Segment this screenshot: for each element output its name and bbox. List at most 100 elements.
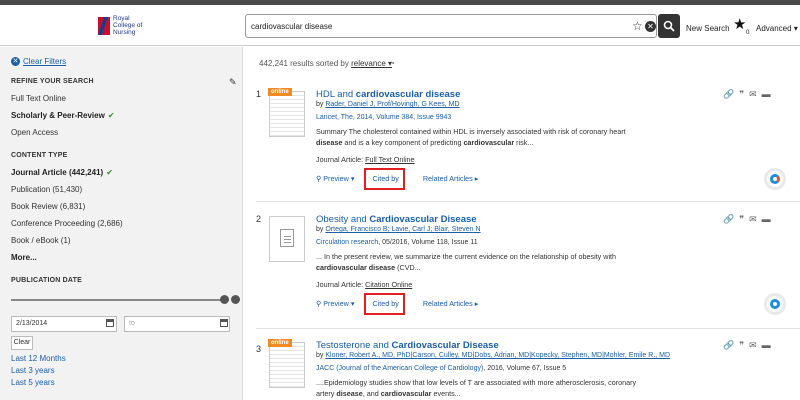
- date-slider-track[interactable]: [11, 299, 229, 301]
- result-type: Journal Article: Full Text Online: [316, 155, 415, 164]
- author-link[interactable]: Kloner, Robert A., MD, PhD|Carson, Culle…: [325, 352, 670, 359]
- link-icon[interactable]: 🔗: [723, 89, 739, 99]
- advanced-label: Advanced: [756, 24, 792, 33]
- link-icon[interactable]: 🔗: [723, 340, 739, 350]
- publication-date-title: PUBLICATION DATE: [11, 277, 82, 284]
- clear-filters-icon: ✕: [11, 57, 20, 66]
- quote-icon[interactable]: ❞: [739, 89, 749, 99]
- sort-select[interactable]: relevance ▾: [351, 59, 392, 68]
- search-input[interactable]: [251, 18, 621, 34]
- result-source[interactable]: Lancet, The, 2014, Volume 384, Issue 994…: [316, 114, 451, 121]
- clear-filters-link[interactable]: ✕ Clear Filters: [11, 57, 66, 66]
- calendar-icon[interactable]: [106, 319, 114, 327]
- new-search-link[interactable]: New Search: [686, 24, 730, 33]
- filter-publication[interactable]: Publication (51,430): [11, 185, 82, 194]
- date-slider-handle-end[interactable]: [231, 295, 240, 304]
- calendar-icon[interactable]: [220, 319, 228, 327]
- document-icon: [280, 229, 294, 247]
- results-panel: 442,241 results sorted by relevance ▾ ◔ …: [244, 47, 800, 400]
- email-icon[interactable]: ✉: [749, 214, 762, 224]
- result-title-link[interactable]: HDL and cardiovascular disease: [316, 89, 460, 100]
- result-authors: by Ortega, Francisco B; Lavie, Carl J; B…: [316, 226, 481, 233]
- date-from-input[interactable]: 2/13/2014: [11, 316, 117, 332]
- logo-mark-icon: [98, 16, 110, 35]
- filter-journal-article-label: Journal Article (442,241): [11, 168, 104, 177]
- full-text-link[interactable]: Full Text Online: [365, 155, 414, 164]
- summary-text: artery: [316, 388, 337, 398]
- result-thumbnail[interactable]: online: [268, 339, 305, 388]
- result-thumbnail[interactable]: online: [268, 88, 305, 137]
- advanced-search-menu[interactable]: Advanced ▾: [756, 24, 798, 33]
- preview-button[interactable]: ⚲ Preview ▾: [316, 299, 354, 308]
- result-title-link[interactable]: Obesity and Cardiovascular Disease: [316, 214, 477, 225]
- altmetric-badge-icon[interactable]: [764, 293, 786, 315]
- content-type-title: CONTENT TYPE: [11, 152, 68, 159]
- filter-book-review[interactable]: Book Review (6,831): [11, 202, 85, 211]
- summary-text: and is a key component of predicting: [342, 137, 464, 147]
- result-item: 3 online Testosterone and Cardiovascular…: [256, 339, 800, 400]
- quote-icon[interactable]: ❞: [739, 214, 749, 224]
- filter-full-text-online[interactable]: Full Text Online: [11, 94, 66, 103]
- clear-icon[interactable]: ✕: [645, 21, 656, 32]
- email-icon[interactable]: ✉: [749, 340, 762, 350]
- result-thumbnail[interactable]: [269, 216, 305, 262]
- result-authors: by Rader, Daniel J, Prof/Hovingh, G Kees…: [316, 101, 460, 108]
- filter-scholarly[interactable]: Scholarly & Peer-Review ✔: [11, 111, 115, 120]
- more-content-types-link[interactable]: More...: [11, 253, 37, 262]
- email-icon[interactable]: ✉: [749, 89, 762, 99]
- logo[interactable]: Royal College of Nursing: [98, 15, 153, 36]
- last-5-years-link[interactable]: Last 5 years: [11, 378, 55, 387]
- pencil-icon[interactable]: ✎: [229, 77, 237, 88]
- result-divider: [256, 201, 800, 202]
- link-icon[interactable]: 🔗: [723, 214, 739, 224]
- result-source: Circulation research, 05/2016, Volume 11…: [316, 239, 478, 246]
- summary-highlight: cardiovascular disease: [316, 262, 396, 272]
- folder-icon[interactable]: ▬: [762, 89, 776, 99]
- result-tools: 🔗❞✉▬: [723, 340, 776, 351]
- filter-journal-article[interactable]: Journal Article (442,241) ✔: [11, 168, 113, 177]
- star-icon[interactable]: ☆: [632, 19, 643, 33]
- title-bold: cardiovascular disease: [355, 89, 461, 100]
- date-slider-handle-start[interactable]: [220, 295, 229, 304]
- summary-highlight: cardiovascular: [463, 137, 515, 147]
- result-tools: 🔗❞✉▬: [723, 89, 776, 100]
- related-articles-link[interactable]: Related Articles ▸: [423, 174, 479, 183]
- saved-items-star-icon[interactable]: ★: [733, 17, 746, 33]
- summary-highlight: disease: [336, 388, 363, 398]
- quote-icon[interactable]: ❞: [739, 340, 749, 350]
- related-label: Related Articles: [422, 174, 473, 183]
- saved-items-count: 0: [746, 30, 750, 36]
- refine-title: REFINE YOUR SEARCH: [11, 78, 94, 85]
- search-button[interactable]: [658, 14, 680, 38]
- sort-label: relevance: [351, 59, 386, 68]
- summary-highlight: disease: [316, 137, 343, 147]
- title-plain: Obesity and: [316, 214, 370, 225]
- check-icon: ✔: [106, 168, 113, 177]
- filter-conference-proceeding[interactable]: Conference Proceeding (2,686): [11, 219, 123, 228]
- folder-icon[interactable]: ▬: [762, 340, 776, 350]
- rss-icon[interactable]: ◔: [390, 59, 395, 68]
- result-title-link[interactable]: Testosterone and Cardiovascular Disease: [316, 340, 499, 351]
- result-summary: Summary The cholesterol contained within…: [316, 127, 656, 148]
- date-clear-button[interactable]: Clear: [11, 336, 33, 350]
- header: Royal College of Nursing ☆ ✕ New Search …: [0, 5, 800, 46]
- date-to-input[interactable]: to: [124, 316, 230, 332]
- last-12-months-link[interactable]: Last 12 Months: [11, 354, 66, 363]
- altmetric-badge-icon[interactable]: [764, 168, 786, 190]
- online-badge: online: [268, 339, 292, 347]
- filter-open-access[interactable]: Open Access: [11, 128, 58, 137]
- folder-icon[interactable]: ▬: [762, 214, 776, 224]
- preview-button[interactable]: ⚲ Preview ▾: [316, 174, 354, 183]
- source-link[interactable]: Circulation research: [316, 239, 378, 246]
- result-number: 1: [256, 89, 262, 99]
- last-3-years-link[interactable]: Last 3 years: [11, 366, 55, 375]
- result-summary: ....Epidemiology studies show that low l…: [316, 378, 676, 399]
- filter-book-ebook[interactable]: Book / eBook (1): [11, 236, 71, 245]
- author-link[interactable]: Ortega, Francisco B; Lavie, Carl J; Blai…: [325, 226, 480, 233]
- source-details: , 05/2016, Volume 118, Issue 11: [378, 239, 478, 246]
- author-link[interactable]: Rader, Daniel J, Prof/Hovingh, G Kees, M…: [325, 101, 459, 108]
- related-articles-link[interactable]: Related Articles ▸: [423, 299, 479, 308]
- source-details: , 2016, Volume 67, Issue 5: [483, 365, 567, 372]
- source-link[interactable]: JACC (Journal of the American College of…: [316, 365, 483, 372]
- citation-online-link[interactable]: Citation Online: [365, 280, 412, 289]
